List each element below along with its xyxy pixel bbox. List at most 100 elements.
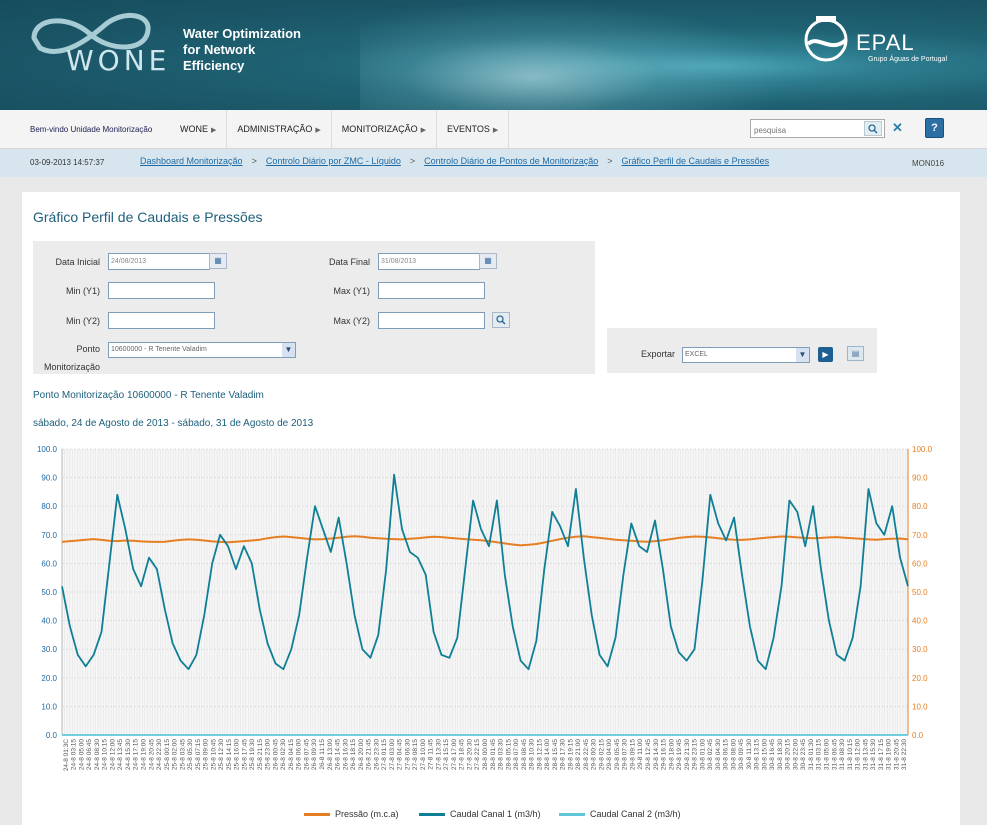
epal-emblem-icon — [804, 16, 848, 62]
x-tick-label: 25-8 21:15 — [257, 739, 264, 770]
y-right-tick-label: 80.0 — [912, 502, 928, 511]
x-tick-label: 31-8 06:45 — [831, 739, 838, 770]
y-right-tick-label: 90.0 — [912, 474, 928, 483]
y-left-tick-label: 90.0 — [41, 474, 57, 483]
x-tick-label: 24-8 05:00 — [78, 739, 85, 770]
x-tick-label: 26-8 00:45 — [272, 739, 279, 770]
x-tick-label: 25-8 17:45 — [241, 739, 248, 770]
x-tick-label: 25-8 05:30 — [187, 739, 194, 770]
x-tick-label: 28-8 15:45 — [552, 739, 559, 770]
chevron-right-icon: ▶ — [492, 127, 499, 134]
x-tick-label: 28-8 05:15 — [505, 739, 512, 770]
page-code: MON016 — [912, 159, 945, 168]
x-tick-label: 31-8 05:00 — [824, 739, 831, 770]
y-right-tick-label: 40.0 — [912, 617, 928, 626]
x-tick-label: 27-8 04:45 — [397, 739, 404, 770]
x-tick-label: 25-8 02:00 — [172, 739, 179, 770]
x-tick-label: 28-8 00:00 — [482, 739, 489, 770]
x-tick-label: 27-8 08:15 — [412, 739, 419, 770]
breadcrumb-link[interactable]: Controlo Diário de Pontos de Monitorizaç… — [424, 156, 598, 166]
x-tick-label: 24-8 12:00 — [109, 739, 116, 770]
x-tick-label: 28-8 12:15 — [536, 739, 543, 770]
menu-label: ADMINISTRAÇÃO — [237, 124, 313, 134]
y-right-tick-label: 0.0 — [912, 731, 924, 740]
x-tick-label: 31-8 15:30 — [870, 739, 877, 770]
x-tick-label: 28-8 17:30 — [560, 739, 567, 770]
x-tick-label: 27-8 01:15 — [381, 739, 388, 770]
x-tick-label: 29-8 21:30 — [684, 739, 691, 770]
menu-item-monitorizacao[interactable]: MONITORIZAÇÃO ▶ — [332, 110, 438, 148]
x-tick-label: 31-8 13:45 — [862, 739, 869, 770]
x-tick-label: 24-8 15:30 — [125, 739, 132, 770]
menu-item-wone[interactable]: WONE ▶ — [170, 110, 228, 148]
flow-pressure-chart: 0.0 10.0 20.0 30.0 40.0 50.0 60.0 70.0 80.0 90.0 1… — [37, 445, 933, 771]
y-left-tick-label: 40.0 — [41, 617, 57, 626]
x-tick-label: 25-8 14:15 — [226, 739, 233, 770]
x-tick-label: 24-8 06:45 — [86, 739, 93, 770]
x-tick-label: 26-8 11:15 — [319, 739, 326, 770]
x-tick-label: 25-8 09:00 — [203, 739, 210, 770]
y-right-tick-label: 70.0 — [912, 531, 928, 540]
y-left-tick-label: 0.0 — [46, 731, 58, 740]
y-right-tick-label: 20.0 — [912, 674, 928, 683]
x-tick-label: 24-8 01:3C — [63, 739, 70, 771]
x-tick-label: 25-8 03:45 — [179, 739, 186, 770]
legend-swatch — [304, 813, 330, 817]
menu-label: MONITORIZAÇÃO — [341, 124, 418, 134]
breadcrumb-link[interactable]: Controlo Diário por ZMC - Líquido — [266, 156, 401, 166]
search-input[interactable] — [751, 123, 865, 138]
menu-item-administracao[interactable]: ADMINISTRAÇÃO ▶ — [227, 110, 332, 148]
y-right-tick-label: 30.0 — [912, 645, 928, 654]
x-tick-label: 27-8 10:00 — [420, 739, 427, 770]
breadcrumb-bar: 03-09-2013 14:57:37 Dashboard Monitoriza… — [0, 149, 987, 177]
y-right-tick-label: 100.0 — [912, 445, 933, 454]
x-tick-label: 25-8 16:00 — [234, 739, 241, 770]
x-tick-label: 30-8 01:00 — [699, 739, 706, 770]
tagline-line: Water Optimization — [183, 26, 301, 41]
x-tick-label: 24-8 08:30 — [94, 739, 101, 770]
x-tick-label: 31-8 10:15 — [847, 739, 854, 770]
help-button[interactable]: ? — [925, 118, 944, 138]
breadcrumb-link[interactable]: Dashboard Monitorização — [140, 156, 243, 166]
x-tick-label: 30-8 09:45 — [738, 739, 745, 770]
x-tick-label: 31-8 08:30 — [839, 739, 846, 770]
legend-item: Caudal Canal 1 (m3/h) — [419, 809, 541, 819]
header-banner: WONE Water Optimization for Network Effi… — [0, 0, 987, 110]
y-left-tick-label: 70.0 — [41, 531, 57, 540]
x-tick-label: 28-8 10:30 — [529, 739, 536, 770]
x-tick-label: 24-8 10:15 — [102, 739, 109, 770]
x-tick-label: 28-8 19:15 — [567, 739, 574, 770]
x-tick-label: 29-8 02:15 — [598, 739, 605, 770]
search-button[interactable] — [864, 121, 882, 136]
main-panel: Gráfico Perfil de Caudais e Pressões Dat… — [22, 192, 960, 825]
breadcrumb-separator: > — [409, 156, 416, 166]
x-tick-label: 31-8 20:45 — [893, 739, 900, 770]
x-tick-label: 30-8 08:00 — [730, 739, 737, 770]
legend-swatch — [559, 813, 585, 817]
x-tick-label: 26-8 02:30 — [280, 739, 287, 770]
clear-search-icon[interactable]: ✕ — [892, 120, 903, 136]
main-menu: WONE ▶ ADMINISTRAÇÃO ▶ MONITORIZAÇÃO ▶ EVEN… — [170, 110, 510, 148]
x-tick-label: 26-8 04:15 — [288, 739, 295, 770]
current-datetime: 03-09-2013 14:57:37 — [30, 158, 105, 167]
x-tick-label: 25-8 12:30 — [218, 739, 225, 770]
breadcrumb-link[interactable]: Gráfico Perfil de Caudais e Pressões — [622, 156, 770, 166]
x-tick-label: 31-8 01:30 — [808, 739, 815, 770]
y-left-tick-label: 30.0 — [41, 645, 57, 654]
x-tick-label: 29-8 04:00 — [606, 739, 613, 770]
water-splash-image — [360, 0, 790, 110]
y-left-tick-label: 10.0 — [41, 702, 57, 711]
x-tick-label: 30-8 16:45 — [769, 739, 776, 770]
x-tick-label: 28-8 21:00 — [575, 739, 582, 770]
menu-item-eventos[interactable]: EVENTOS ▶ — [437, 110, 510, 148]
x-tick-label: 25-8 07:15 — [195, 739, 202, 770]
x-tick-label: 29-8 19:45 — [676, 739, 683, 770]
brand-subtitle: Grupo Águas de Portugal — [868, 56, 947, 63]
x-tick-label: 27-8 18:45 — [459, 739, 466, 770]
legend-label: Caudal Canal 1 (m3/h) — [450, 809, 541, 819]
legend-swatch — [419, 813, 445, 817]
x-tick-label: 28-8 08:45 — [521, 739, 528, 770]
y-left-tick-label: 80.0 — [41, 502, 57, 511]
x-tick-label: 27-8 20:30 — [466, 739, 473, 770]
x-tick-label: 28-8 22:45 — [583, 739, 590, 770]
